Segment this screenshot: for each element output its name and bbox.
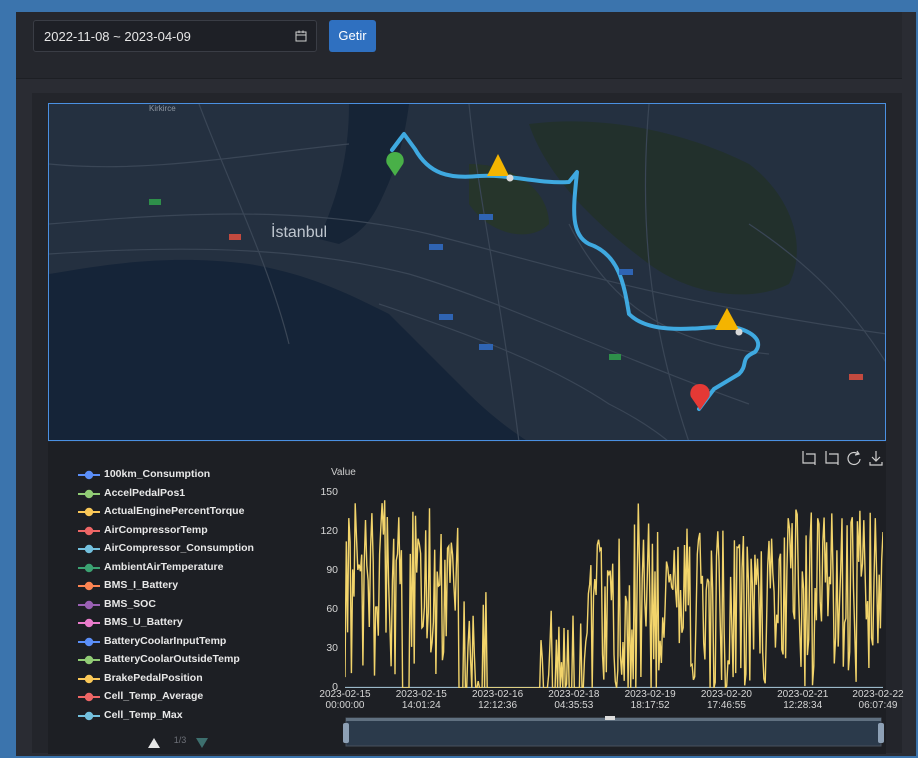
legend-item-label: BrakePedalPosition: [104, 671, 203, 684]
legend-marker-icon: [78, 655, 100, 665]
x-tick-label: 2023-02-18 04:35:53: [548, 689, 600, 711]
legend-item-label: AmbientAirTemperature: [104, 560, 224, 573]
slider-drag-handle[interactable]: [605, 716, 615, 720]
legend-marker-icon: [78, 544, 100, 554]
x-tick-label: 2023-02-15 00:00:00: [319, 689, 371, 711]
legend-marker-icon: [78, 470, 100, 480]
line-chart[interactable]: [345, 483, 883, 688]
y-axis-title: Value: [331, 467, 356, 478]
map-canvas: İstanbul Kirkirce: [49, 104, 885, 440]
legend-marker-icon: [78, 692, 100, 702]
legend-item-label: BMS_I_Battery: [104, 579, 179, 591]
x-tick-label: 2023-02-19 18:17:52: [624, 689, 676, 711]
legend-marker-icon: [78, 489, 100, 498]
y-tick-label: 60: [326, 603, 338, 615]
legend-item-label: BMS_U_Battery: [104, 616, 183, 628]
legend-item-label: ActualEnginePercentTorque: [104, 505, 245, 517]
y-tick-label: 90: [326, 564, 338, 576]
legend-marker-icon: [78, 563, 100, 572]
legend-item-label: AccelPedalPos1: [104, 486, 186, 499]
undo-zoom-icon[interactable]: [825, 451, 839, 465]
legend-marker-icon: [78, 674, 100, 683]
y-tick-label: 150: [320, 486, 338, 498]
legend-item-label: BMS_SOC: [104, 597, 156, 610]
page-down-icon[interactable]: [196, 738, 208, 748]
legend-marker-icon: [78, 507, 100, 517]
x-tick-label: 2023-02-21 12:28:34: [777, 689, 829, 711]
legend-item-label: BatteryCoolarOutsideTemp: [104, 653, 240, 665]
legend-item-label: 100km_Consumption: [104, 468, 211, 480]
legend-item-label: AirCompressor_Consumption: [104, 542, 254, 554]
legend-item-label: BatteryCoolarInputTemp: [104, 634, 227, 647]
legend-item-label: Cell_Temp_Average: [104, 690, 204, 702]
legend-item-label: AirCompressorTemp: [104, 523, 208, 536]
legend-marker-icon: [78, 618, 100, 628]
route-map[interactable]: İstanbul Kirkirce: [48, 103, 886, 441]
submit-button[interactable]: Getir: [329, 20, 376, 52]
refresh-icon[interactable]: [847, 450, 861, 466]
y-tick-label: 120: [320, 525, 338, 537]
legend-marker-icon: [78, 637, 100, 646]
legend-marker-icon: [78, 581, 100, 591]
date-range-input[interactable]: 2022-11-08 ~ 2023-04-09: [33, 20, 317, 52]
series-line[interactable]: [345, 500, 883, 688]
slider-right-handle[interactable]: [878, 723, 884, 743]
chart-toolbox: [802, 450, 883, 466]
legend-marker-icon: [78, 711, 100, 720]
zoom-slider[interactable]: [343, 715, 885, 751]
page-up-icon[interactable]: [148, 738, 160, 748]
x-tick-label: 2023-02-16 12:12:36: [471, 689, 524, 711]
calendar-icon: [295, 30, 307, 42]
crop-icon[interactable]: [802, 451, 816, 465]
slider-left-handle[interactable]: [343, 723, 349, 743]
y-tick-label: 30: [326, 642, 338, 654]
x-tick-label: 2023-02-20 17:46:55: [700, 689, 752, 711]
x-tick-label: 2023-02-15 14:01:24: [395, 689, 447, 711]
x-tick-label: 2023-02-22 06:07:49: [852, 689, 904, 711]
legend-marker-icon: [78, 526, 100, 535]
legend-page-indicator: 1/3: [173, 735, 187, 745]
legend-item-label: Cell_Temp_Max: [104, 708, 183, 721]
legend-marker-icon: [78, 600, 100, 609]
svg-text:Kirkirce: Kirkirce: [149, 104, 176, 113]
date-range-value: 2022-11-08 ~ 2023-04-09: [44, 29, 191, 44]
map-city-label: İstanbul: [271, 222, 327, 241]
download-icon[interactable]: [869, 451, 883, 466]
